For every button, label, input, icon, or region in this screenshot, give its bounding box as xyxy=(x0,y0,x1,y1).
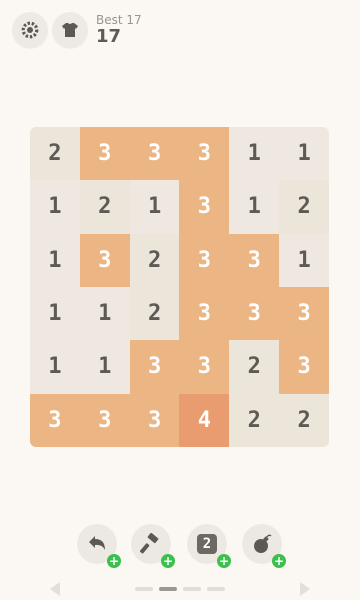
tool-bar: + + 2 + + xyxy=(0,520,360,570)
best-score-label: Best 17 xyxy=(96,13,142,27)
board-cell[interactable]: 1 xyxy=(30,340,80,394)
board-cell[interactable]: 2 xyxy=(229,393,280,447)
theme-button[interactable] xyxy=(52,12,88,48)
board-cell[interactable]: 1 xyxy=(129,180,180,234)
board-cell[interactable]: 3 xyxy=(229,233,280,287)
hammer-icon xyxy=(140,533,159,554)
page-dot[interactable] xyxy=(183,587,201,591)
board-cell[interactable]: 2 xyxy=(229,340,280,394)
game-board: 233311121312132331112333113323333422 xyxy=(30,127,329,447)
board-cell[interactable]: 1 xyxy=(30,233,80,287)
bomb-button[interactable]: + xyxy=(242,524,286,568)
board-cell[interactable]: 3 xyxy=(129,393,180,447)
undo-icon xyxy=(89,536,105,550)
hammer-button[interactable]: + xyxy=(131,524,175,568)
board-cell[interactable]: 1 xyxy=(79,340,130,394)
bomb-icon xyxy=(254,534,272,553)
number-two-button[interactable]: 2 + xyxy=(187,524,231,568)
board-cell[interactable]: 4 xyxy=(179,393,230,447)
board-cell[interactable]: 3 xyxy=(179,127,230,181)
board-cell[interactable]: 3 xyxy=(279,286,329,341)
undo-button[interactable]: + xyxy=(77,524,121,568)
board-cell[interactable]: 3 xyxy=(129,340,180,394)
add-bomb-badge[interactable]: + xyxy=(272,554,286,568)
board-cell[interactable]: 1 xyxy=(79,286,130,341)
board-cell[interactable]: 2 xyxy=(279,393,329,447)
board-cell[interactable]: 2 xyxy=(30,127,80,181)
board-cell[interactable]: 3 xyxy=(229,286,280,341)
board-cell[interactable]: 3 xyxy=(179,180,230,234)
board-cell[interactable]: 1 xyxy=(229,180,280,234)
board-cell[interactable]: 3 xyxy=(279,340,329,394)
previous-page-arrow[interactable] xyxy=(50,582,60,596)
page-dot[interactable] xyxy=(159,587,177,591)
board-cell[interactable]: 2 xyxy=(279,180,329,234)
board-cell[interactable]: 3 xyxy=(179,340,230,394)
add-undo-badge[interactable]: + xyxy=(107,554,121,568)
board-cell[interactable]: 2 xyxy=(129,233,180,287)
board-cell[interactable]: 1 xyxy=(30,180,80,234)
board-cell[interactable]: 2 xyxy=(129,286,180,341)
gear-icon xyxy=(21,21,39,39)
board-cell[interactable]: 3 xyxy=(79,393,130,447)
board-cell[interactable]: 3 xyxy=(179,233,230,287)
board-cell[interactable]: 1 xyxy=(229,127,280,181)
board-cell[interactable]: 1 xyxy=(279,127,329,181)
board-cell[interactable]: 3 xyxy=(30,393,80,447)
board-cell[interactable]: 1 xyxy=(30,286,80,341)
number-two-icon: 2 xyxy=(197,534,217,554)
board-cell[interactable]: 2 xyxy=(79,180,130,234)
add-hammer-badge[interactable]: + xyxy=(161,554,175,568)
shirt-icon xyxy=(62,23,78,37)
next-page-arrow[interactable] xyxy=(300,582,310,596)
settings-button[interactable] xyxy=(12,12,48,48)
add-number-two-badge[interactable]: + xyxy=(217,554,231,568)
board-cell[interactable]: 1 xyxy=(279,233,329,287)
board-cell[interactable]: 3 xyxy=(79,233,130,287)
page-dot[interactable] xyxy=(207,587,225,591)
board-cell[interactable]: 3 xyxy=(129,127,180,181)
board-cell[interactable]: 3 xyxy=(179,286,230,341)
current-score: 17 xyxy=(96,26,122,47)
board-cell[interactable]: 3 xyxy=(79,127,130,181)
page-indicator xyxy=(0,582,360,596)
page-dot[interactable] xyxy=(135,587,153,591)
